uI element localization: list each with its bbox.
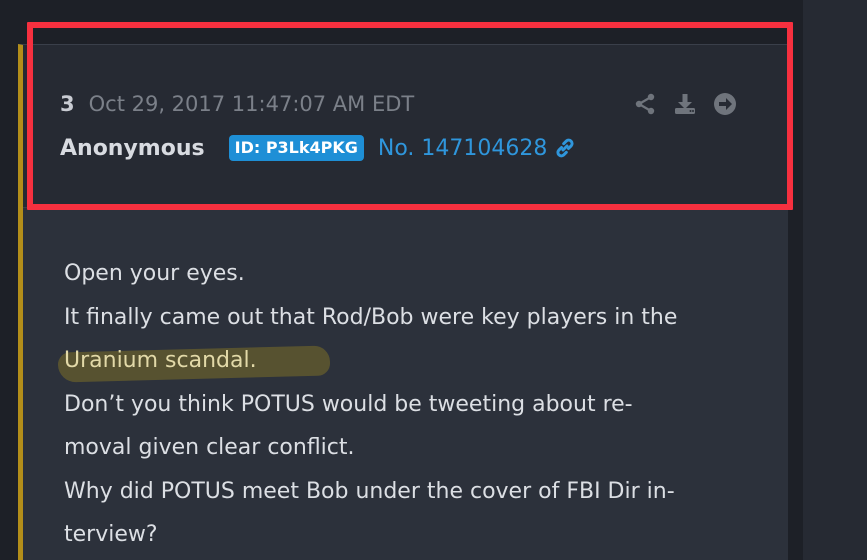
body-line: moval given clear conflict.: [64, 435, 355, 460]
body-line: It finally came out that Rod/Bob were ke…: [64, 304, 678, 330]
post-number: 3: [60, 92, 75, 116]
share-icon[interactable]: [632, 91, 658, 117]
post-number-link-label[interactable]: No. 147104628: [378, 136, 548, 161]
body-line-highlighted: Uranium scandal.: [57, 339, 764, 383]
download-icon[interactable]: [672, 91, 698, 117]
side-panel: [803, 0, 867, 560]
body-line: Don’t you think POTUS would be tweeting …: [64, 391, 633, 417]
post-author-row: Anonymous ID: P3Lk4PKG No. 147104628: [60, 132, 577, 164]
post-date: Oct 29, 2017 11:47:07 AM EDT: [88, 92, 415, 116]
arrow-right-circle-icon[interactable]: [712, 91, 738, 117]
highlighted-text-label: Uranium scandal.: [64, 348, 257, 373]
poster-id-badge[interactable]: ID: P3Lk4PKG: [228, 135, 364, 161]
body-line: Why did POTUS meet Bob under the cover o…: [64, 478, 675, 504]
post-number-link[interactable]: No. 147104628: [378, 136, 578, 161]
link-icon[interactable]: [553, 136, 577, 160]
post-meta-row: 3 Oct 29, 2017 11:47:07 AM EDT: [60, 89, 414, 119]
post-actions: [632, 89, 738, 119]
post-header: [23, 45, 788, 207]
divider: [23, 207, 788, 208]
author-name: Anonymous: [60, 135, 205, 161]
page: 3 Oct 29, 2017 11:47:07 AM EDT Anonymous…: [0, 0, 867, 560]
body-line: Open your eyes.: [64, 261, 245, 286]
body-line: terview?: [64, 522, 158, 547]
highlighted-text: Uranium scandal.: [57, 339, 331, 383]
post-body: Open your eyes. It finally came out that…: [57, 252, 764, 557]
